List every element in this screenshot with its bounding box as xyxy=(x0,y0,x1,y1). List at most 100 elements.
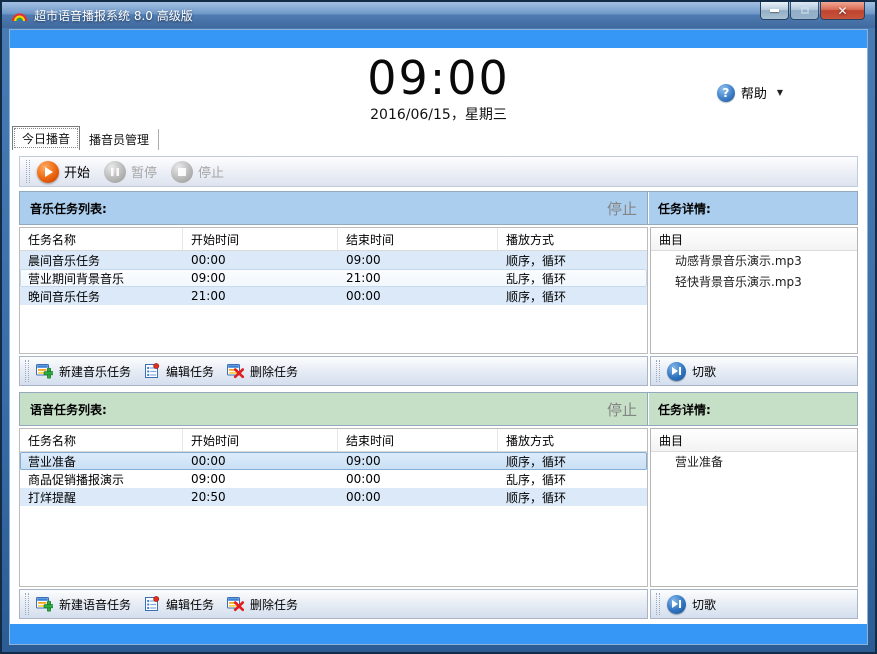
column-header-mode[interactable]: 播放方式 xyxy=(498,429,647,451)
cell-start: 21:00 xyxy=(183,289,338,303)
stop-label: 停止 xyxy=(198,162,224,181)
maximize-icon xyxy=(801,7,809,14)
music-task-table: 任务名称 开始时间 结束时间 播放方式 晨间音乐任务 00:00 09:00 顺… xyxy=(19,227,648,354)
voice-skip-buttons: 切歌 xyxy=(650,589,858,619)
voice-task-buttons: 新建语音任务 编辑任务 xyxy=(19,589,648,619)
skip-song-button[interactable]: 切歌 xyxy=(663,360,723,383)
cell-start: 09:00 xyxy=(183,271,338,285)
edit-list-icon xyxy=(144,363,160,379)
title-bar[interactable]: 超市语音播报系统 8.0 高级版 xyxy=(2,2,875,28)
delete-table-icon xyxy=(227,363,244,379)
voice-table-row[interactable]: 商品促销播报演示 09:00 00:00 乱序，循环 xyxy=(20,470,647,488)
voice-table-row[interactable]: 打烊提醒 20:50 00:00 顺序，循环 xyxy=(20,488,647,506)
button-label: 删除任务 xyxy=(250,596,298,613)
client-area: 09:00 2016/06/15，星期三 ? 帮助 ▼ 今日播音 播音员管理 xyxy=(9,29,868,645)
tab-announcer-management[interactable]: 播音员管理 xyxy=(80,129,159,150)
column-header-end[interactable]: 结束时间 xyxy=(338,228,498,250)
minimize-button[interactable] xyxy=(760,2,789,20)
buttonbar-grip-handle[interactable] xyxy=(25,360,29,382)
voice-task-section: 语音任务列表: 停止 任务详情: 任务名称 开始时间 结束时间 播放方式 xyxy=(19,392,858,619)
cell-start: 09:00 xyxy=(183,472,338,486)
tab-page-today: 开始 暂停 停止 音乐任务列表: 停止 xyxy=(10,150,867,624)
delete-table-icon xyxy=(227,596,244,612)
cell-mode: 顺序，循环 xyxy=(498,453,647,470)
start-label: 开始 xyxy=(64,162,90,181)
cell-end: 00:00 xyxy=(338,289,498,303)
pause-icon xyxy=(104,161,126,183)
cell-task-name: 打烊提醒 xyxy=(20,489,183,506)
tab-today-broadcast[interactable]: 今日播音 xyxy=(12,126,80,150)
delete-music-task-button[interactable]: 删除任务 xyxy=(223,361,305,382)
cell-mode: 顺序，循环 xyxy=(498,489,647,506)
tab-label: 今日播音 xyxy=(22,130,70,147)
column-header-name[interactable]: 任务名称 xyxy=(20,228,183,250)
voice-table-header: 任务名称 开始时间 结束时间 播放方式 xyxy=(20,429,647,452)
skip-voice-button[interactable]: 切歌 xyxy=(663,593,723,616)
music-task-buttons: 新建音乐任务 编辑任务 xyxy=(19,356,648,386)
cell-end: 21:00 xyxy=(338,271,498,285)
voice-button-row: 新建语音任务 编辑任务 xyxy=(19,589,858,619)
music-table-row-selected[interactable]: 营业期间背景音乐 09:00 21:00 乱序，循环 xyxy=(20,269,647,287)
column-header-start[interactable]: 开始时间 xyxy=(183,228,338,250)
cell-task-name: 营业期间背景音乐 xyxy=(20,270,183,287)
delete-voice-task-button[interactable]: 删除任务 xyxy=(223,594,305,615)
voice-status-badge: 停止 xyxy=(607,399,637,420)
date-display: 2016/06/15，星期三 xyxy=(10,104,867,124)
music-status-badge: 停止 xyxy=(607,198,637,219)
maximize-button xyxy=(790,2,819,20)
transport-toolbar: 开始 暂停 停止 xyxy=(19,156,858,187)
voice-section-body: 任务名称 开始时间 结束时间 播放方式 营业准备 00:00 09:00 顺序，… xyxy=(19,428,858,587)
buttonbar-grip-handle[interactable] xyxy=(25,593,29,615)
window-title: 超市语音播报系统 8.0 高级版 xyxy=(34,7,193,24)
music-playlist-panel: 曲目 动感背景音乐演示.mp3 轻快背景音乐演示.mp3 xyxy=(650,227,858,354)
tab-strip: 今日播音 播音员管理 xyxy=(10,126,867,150)
column-header-name[interactable]: 任务名称 xyxy=(20,429,183,451)
cell-start: 00:00 xyxy=(183,454,338,468)
toolbar-grip-handle[interactable] xyxy=(26,160,30,183)
new-voice-task-button[interactable]: 新建语音任务 xyxy=(32,594,138,615)
new-table-icon xyxy=(36,363,53,379)
music-button-row: 新建音乐任务 编辑任务 xyxy=(19,356,858,386)
skip-next-icon xyxy=(667,362,686,381)
playlist-item[interactable]: 动感背景音乐演示.mp3 xyxy=(651,251,857,272)
playlist-column-header[interactable]: 曲目 xyxy=(651,429,857,452)
buttonbar-grip-handle[interactable] xyxy=(656,593,660,615)
rainbow-app-icon xyxy=(11,7,28,23)
music-table-header: 任务名称 开始时间 结束时间 播放方式 xyxy=(20,228,647,251)
music-section-body: 任务名称 开始时间 结束时间 播放方式 晨间音乐任务 00:00 09:00 顺… xyxy=(19,227,858,354)
button-label: 切歌 xyxy=(692,596,716,613)
app-window: 超市语音播报系统 8.0 高级版 ✕ 09:00 2016/06/15，星期三 … xyxy=(0,0,877,654)
music-table-row[interactable]: 晚间音乐任务 21:00 00:00 顺序，循环 xyxy=(20,287,647,305)
tab-label: 播音员管理 xyxy=(89,131,149,148)
playlist-item[interactable]: 营业准备 xyxy=(651,452,857,473)
column-header-start[interactable]: 开始时间 xyxy=(183,429,338,451)
cell-end: 09:00 xyxy=(338,454,498,468)
buttonbar-grip-handle[interactable] xyxy=(656,360,660,382)
music-section-title: 音乐任务列表: xyxy=(30,200,107,217)
cell-mode: 乱序，循环 xyxy=(498,270,647,287)
stop-button: 停止 xyxy=(167,159,232,185)
voice-table-row-selected[interactable]: 营业准备 00:00 09:00 顺序，循环 xyxy=(20,452,647,470)
playlist-column-header[interactable]: 曲目 xyxy=(651,228,857,251)
pause-label: 暂停 xyxy=(131,162,157,181)
cell-end: 00:00 xyxy=(338,490,498,504)
column-header-mode[interactable]: 播放方式 xyxy=(498,228,647,250)
cell-end: 00:00 xyxy=(338,472,498,486)
new-table-icon xyxy=(36,596,53,612)
edit-music-task-button[interactable]: 编辑任务 xyxy=(140,361,221,382)
close-button[interactable]: ✕ xyxy=(820,2,865,20)
close-icon: ✕ xyxy=(837,4,847,18)
voice-task-table: 任务名称 开始时间 结束时间 播放方式 营业准备 00:00 09:00 顺序，… xyxy=(19,428,648,587)
top-accent-strip xyxy=(10,30,867,48)
new-music-task-button[interactable]: 新建音乐任务 xyxy=(32,361,138,382)
button-label: 新建语音任务 xyxy=(59,596,131,613)
start-button[interactable]: 开始 xyxy=(33,159,98,185)
playlist-item[interactable]: 轻快背景音乐演示.mp3 xyxy=(651,272,857,293)
voice-section-header: 语音任务列表: 停止 任务详情: xyxy=(19,392,858,426)
music-table-row[interactable]: 晨间音乐任务 00:00 09:00 顺序，循环 xyxy=(20,251,647,269)
help-button[interactable]: ? 帮助 ▼ xyxy=(711,80,789,105)
music-task-section: 音乐任务列表: 停止 任务详情: 任务名称 开始时间 结束时间 播放方式 xyxy=(19,191,858,386)
edit-voice-task-button[interactable]: 编辑任务 xyxy=(140,594,221,615)
help-question-icon: ? xyxy=(717,84,735,102)
column-header-end[interactable]: 结束时间 xyxy=(338,429,498,451)
